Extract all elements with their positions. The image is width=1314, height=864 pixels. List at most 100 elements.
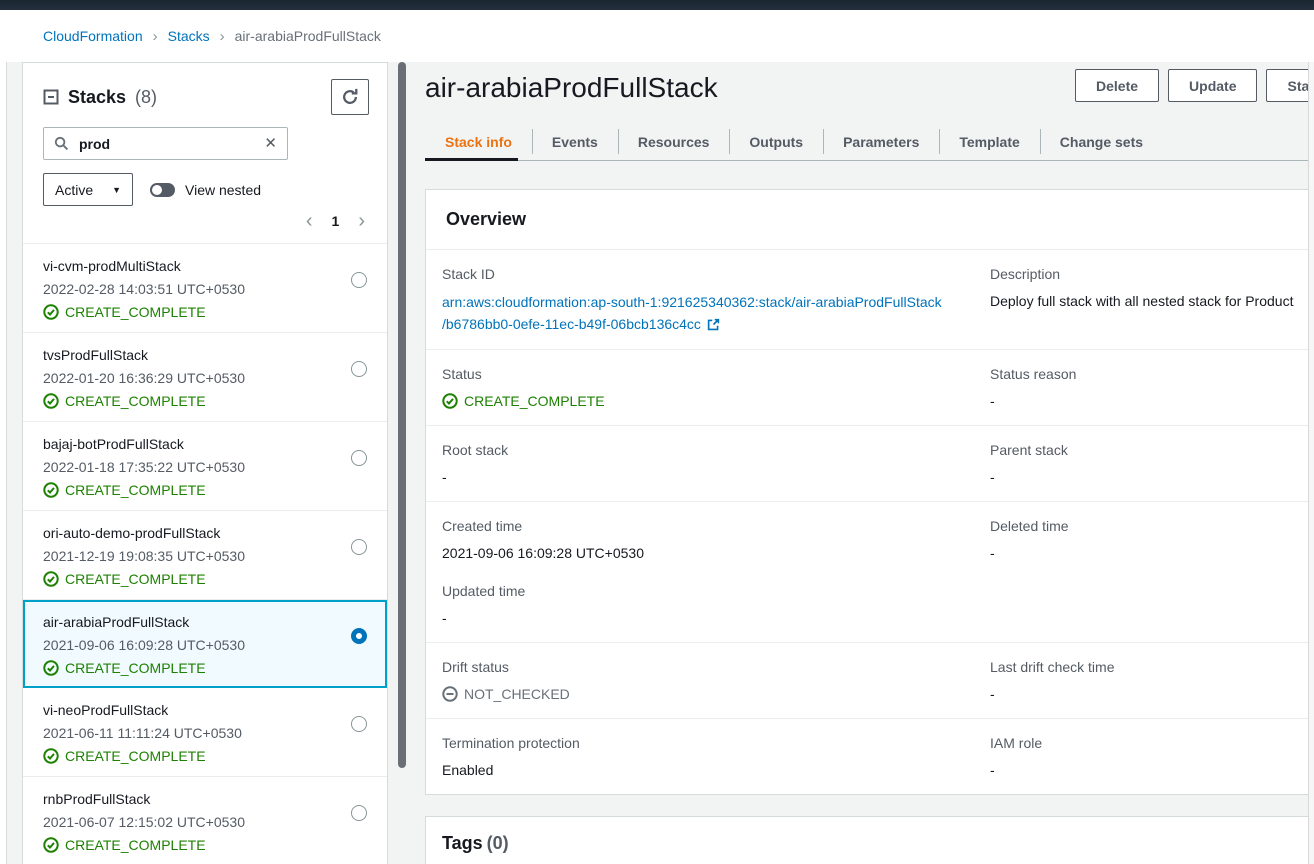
updated-time-value: - [442,608,990,628]
collapse-panel-icon[interactable] [43,89,59,105]
stack-list-item[interactable]: bajaj-botProdFullStack 2022-01-18 17:35:… [23,422,387,511]
view-nested-label: View nested [185,182,261,198]
drift-status-value: NOT_CHECKED [442,684,990,704]
stack-created-time: 2022-02-28 14:03:51 UTC+0530 [43,280,367,298]
refresh-button[interactable] [331,79,369,115]
stack-radio[interactable] [351,628,367,644]
tags-card: Tags (0) Stack-level tags will apply to … [425,816,1314,864]
stack-radio[interactable] [351,450,367,466]
status-reason-value: - [990,391,1314,411]
breadcrumb-stacks[interactable]: Stacks [168,28,210,44]
stack-status: CREATE_COMPLETE [43,747,367,765]
stack-name: vi-neoProdFullStack [43,701,367,719]
breadcrumb-current-stack: air-arabiaProdFullStack [235,28,381,44]
created-time-value: 2021-09-06 16:09:28 UTC+0530 [442,543,990,563]
check-circle-icon [43,393,59,409]
status-reason-label: Status reason [990,364,1314,384]
view-nested-toggle-group[interactable]: View nested [150,182,261,198]
stack-name: air-arabiaProdFullStack [43,613,367,631]
external-link-icon [707,318,720,331]
breadcrumb-cloudformation[interactable]: CloudFormation [43,28,143,44]
stack-list-item[interactable]: air-arabiaProdFullStack 2021-09-06 16:09… [23,600,387,688]
tags-count: (0) [487,833,509,853]
stack-list-item[interactable]: ori-auto-demo-prodFullStack 2021-12-19 1… [23,511,387,600]
stack-search-input[interactable] [77,135,256,153]
stack-radio[interactable] [351,361,367,377]
stack-list-item[interactable]: vi-cvm-prodMultiStack 2022-02-28 14:03:5… [23,244,387,333]
stacks-panel-title: Stacks (8) [43,79,157,115]
stack-status: CREATE_COMPLETE [43,481,367,499]
action-button[interactable]: Update [1168,69,1257,102]
page-number[interactable]: 1 [332,213,340,229]
status-value: CREATE_COMPLETE [442,391,990,411]
stack-created-time: 2021-06-11 11:11:24 UTC+0530 [43,724,367,742]
stack-created-time: 2021-09-06 16:09:28 UTC+0530 [43,636,367,654]
check-circle-icon [43,660,59,676]
search-icon [54,136,69,151]
stack-list-item[interactable]: rnbProdFullStack 2021-06-07 12:15:02 UTC… [23,777,387,864]
stacks-count: (8) [135,79,157,115]
stack-name: ori-auto-demo-prodFullStack [43,524,367,542]
stack-id-link[interactable]: arn:aws:cloudformation:ap-south-1:921625… [442,291,982,335]
overview-row-6: Termination protection Enabled IAM role … [426,719,1314,794]
check-circle-icon [43,482,59,498]
stack-radio[interactable] [351,716,367,732]
stack-name: bajaj-botProdFullStack [43,435,367,453]
action-button[interactable]: Delete [1075,69,1159,102]
chevron-right-icon: › [220,29,225,44]
action-button[interactable]: Stack actions [1266,69,1314,102]
stack-created-time: 2022-01-18 17:35:22 UTC+0530 [43,458,367,476]
clear-search-icon[interactable]: ✕ [264,136,277,151]
tags-heading: Tags (0) [442,833,1314,854]
stack-name: vi-cvm-prodMultiStack [43,257,367,275]
next-page-icon[interactable]: › [358,211,365,231]
overview-row-4: Created time 2021-09-06 16:09:28 UTC+053… [426,502,1314,643]
stack-created-time: 2021-06-07 12:15:02 UTC+0530 [43,813,367,831]
stack-search-box: ✕ [43,127,288,160]
stack-radio[interactable] [351,272,367,288]
stack-name: tvsProdFullStack [43,346,367,364]
check-circle-icon [43,748,59,764]
chevron-right-icon: › [153,29,158,44]
check-circle-icon [43,304,59,320]
overview-title: Overview [446,209,526,229]
termination-protection-value: Enabled [442,760,990,780]
stack-status: CREATE_COMPLETE [43,659,367,677]
stack-status: CREATE_COMPLETE [43,836,367,854]
collapsed-side-nav [0,10,7,864]
chevron-down-icon: ▼ [112,185,121,195]
main-content: air-arabiaProdFullStack DeleteUpdateStac… [425,62,1314,864]
description-value: Deploy full stack with all nested stack … [990,291,1314,311]
root-stack-value: - [442,467,990,487]
view-nested-toggle[interactable] [150,183,175,197]
tab-bar: Stack info Events Resources Outputs Para… [425,124,1314,161]
deleted-time-label: Deleted time [990,516,1314,536]
stack-created-time: 2021-12-19 19:08:35 UTC+0530 [43,547,367,565]
tab[interactable]: Change sets [1040,124,1163,160]
stack-radio[interactable] [351,539,367,555]
overview-row-2: Status CREATE_COMPLETE Status reason - [426,350,1314,426]
tab[interactable]: Parameters [823,124,939,160]
tab[interactable]: Events [532,124,618,160]
browser-scrollbar[interactable] [1308,62,1314,864]
overview-card: Overview Stack ID arn:aws:cloudformation… [425,189,1314,795]
iam-role-label: IAM role [990,733,1314,753]
tab[interactable]: Resources [618,124,730,160]
stack-radio[interactable] [351,805,367,821]
aws-top-nav-bar [0,0,1314,10]
stacks-panel: Stacks (8) ✕ Active ▼ View nested ‹ 1 [22,62,388,864]
tab[interactable]: Outputs [729,124,823,160]
stack-status-filter-select[interactable]: Active ▼ [43,173,133,206]
check-circle-icon [43,837,59,853]
stack-list-item[interactable]: tvsProdFullStack 2022-01-20 16:36:29 UTC… [23,333,387,422]
description-label: Description [990,264,1314,284]
tab[interactable]: Template [939,124,1039,160]
sidebar-scrollbar[interactable] [398,62,406,768]
stack-list-item[interactable]: vi-neoProdFullStack 2021-06-11 11:11:24 … [23,688,387,777]
tab[interactable]: Stack info [425,124,532,160]
termination-protection-label: Termination protection [442,733,990,753]
parent-stack-label: Parent stack [990,440,1314,460]
check-circle-icon [43,571,59,587]
overview-row-1: Stack ID arn:aws:cloudformation:ap-south… [426,250,1314,350]
previous-page-icon[interactable]: ‹ [306,211,313,231]
